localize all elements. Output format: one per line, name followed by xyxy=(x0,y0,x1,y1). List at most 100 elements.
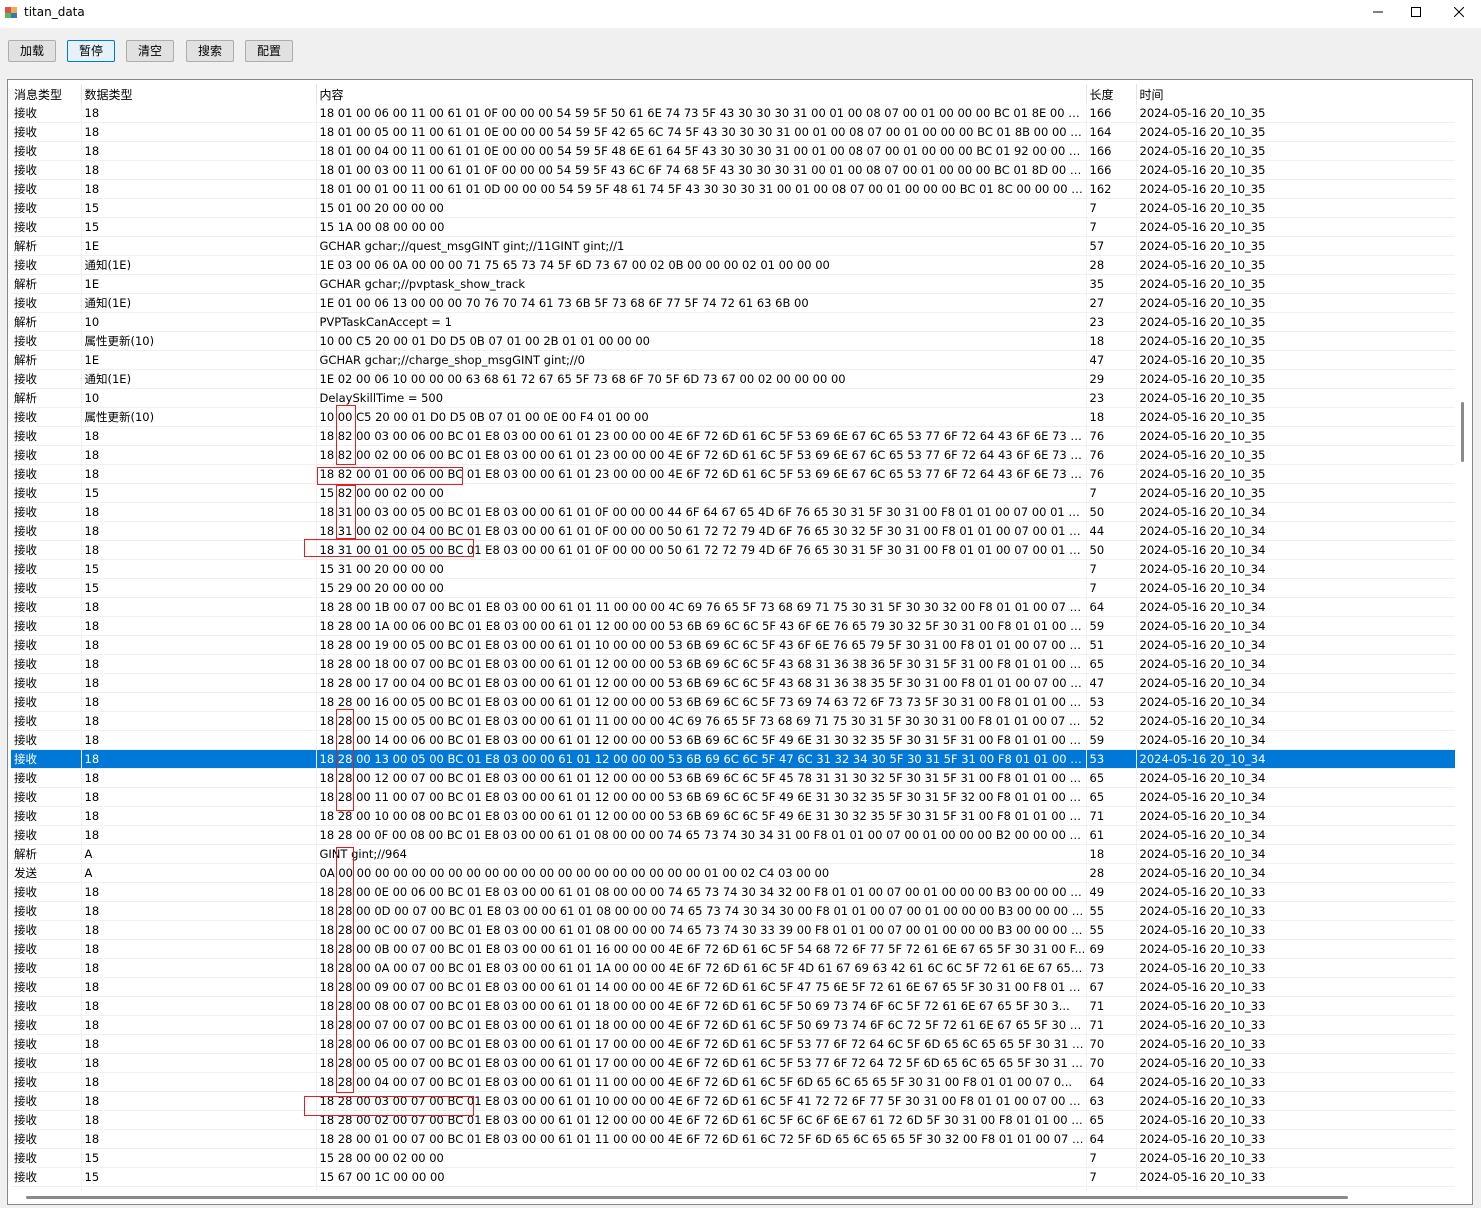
data-type-cell: 18 xyxy=(81,654,317,674)
data-type-cell: 18 xyxy=(81,768,317,788)
table-row[interactable]: 接收 18 18 28 00 15 00 05 00 BC 01 E8 03 00 … xyxy=(11,711,1458,731)
close-button[interactable] xyxy=(1436,0,1481,26)
content-cell: 18 28 00 0A 00 07 00 BC 01 E8 03 00 00 6… xyxy=(316,958,1087,978)
msg-type-cell: 接收 xyxy=(11,977,82,997)
table-row[interactable]: 接收 通知(1E) 1E 03 00 06 0A 00 00 00 71 75 65… xyxy=(11,255,1458,275)
table-row[interactable]: 接收 18 18 82 00 02 00 06 00 BC 01 E8 03 00 … xyxy=(11,445,1458,465)
vertical-scroll-thumb[interactable] xyxy=(1461,402,1464,462)
window-title: titan_data xyxy=(24,5,85,19)
table-row[interactable]: 接收 18 18 28 00 04 00 07 00 BC 01 E8 03 00 … xyxy=(11,1072,1458,1092)
table-row[interactable]: 接收 18 18 28 00 18 00 07 00 BC 01 E8 03 00 … xyxy=(11,654,1458,674)
table-row[interactable]: 接收 18 18 28 00 09 00 07 00 BC 01 E8 03 00 … xyxy=(11,977,1458,997)
table-row[interactable]: 接收 18 18 01 00 03 00 11 00 61 01 0F 00 00 … xyxy=(11,160,1458,180)
msg-type-cell: 接收 xyxy=(11,179,82,199)
column-header-length[interactable]: 长度 xyxy=(1086,84,1137,104)
table-row[interactable]: 接收 18 18 82 00 01 00 06 00 BC 01 E8 03 00 … xyxy=(11,464,1458,484)
table-row[interactable]: 接收 18 18 28 00 02 00 07 00 BC 01 E8 03 00 … xyxy=(11,1110,1458,1130)
table-row[interactable]: 接收 18 18 28 00 13 00 05 00 BC 01 E8 03 00 … xyxy=(11,749,1458,769)
search-button[interactable]: 搜索 xyxy=(186,40,234,62)
table-row[interactable]: 接收 18 18 28 00 0D 00 07 00 BC 01 E8 03 00 … xyxy=(11,901,1458,921)
time-cell: 2024-05-16 20_10_34 xyxy=(1136,768,1458,788)
table-row[interactable]: 解析 10 DelaySkillTime = 500 23 2024-05-16 20_… xyxy=(11,388,1458,408)
table-row[interactable]: 接收 18 18 28 00 01 00 07 00 BC 01 E8 03 00 … xyxy=(11,1129,1458,1149)
content-cell: 18 01 00 01 00 11 00 61 01 0D 00 00 00 5… xyxy=(316,179,1087,199)
vertical-scrollbar[interactable] xyxy=(1455,80,1472,1204)
column-header-content[interactable]: 内容 xyxy=(316,84,1087,104)
table-row[interactable]: 接收 18 18 28 00 05 00 07 00 BC 01 E8 03 00 … xyxy=(11,1053,1458,1073)
table-row[interactable]: 发送 A 0A 00 00 00 00 00 00 00 00 00 00 00 0… xyxy=(11,863,1458,883)
load-button[interactable]: 加载 xyxy=(8,40,56,62)
time-cell: 2024-05-16 20_10_34 xyxy=(1136,578,1458,598)
table-row[interactable]: 接收 18 18 28 00 16 00 05 00 BC 01 E8 03 00 … xyxy=(11,692,1458,712)
table-row[interactable]: 接收 18 18 31 00 01 00 05 00 BC 01 E8 03 00 … xyxy=(11,540,1458,560)
table-row[interactable]: 解析 10 PVPTaskCanAccept = 1 23 2024-05-16 20_… xyxy=(11,312,1458,332)
length-cell: 7 xyxy=(1086,1167,1137,1187)
table-row[interactable]: 接收 15 15 1A 00 08 00 00 00 7 2024-05-16 20_1… xyxy=(11,217,1458,237)
table-row[interactable]: 接收 18 18 28 00 10 00 08 00 BC 01 E8 03 00 … xyxy=(11,806,1458,826)
column-header-time[interactable]: 时间 xyxy=(1136,84,1458,104)
table-row[interactable]: 接收 18 18 01 00 04 00 11 00 61 01 0E 00 00 … xyxy=(11,141,1458,161)
table-row[interactable]: 接收 通知(1E) 1E 01 00 06 13 00 00 00 70 76 70… xyxy=(11,293,1458,313)
table-row[interactable]: 接收 18 18 28 00 08 00 07 00 BC 01 E8 03 00 … xyxy=(11,996,1458,1016)
table-row[interactable]: 接收 18 18 28 00 03 00 07 00 BC 01 E8 03 00 … xyxy=(11,1091,1458,1111)
clear-button[interactable]: 清空 xyxy=(126,40,174,62)
table-row[interactable]: 接收 15 15 29 00 20 00 00 00 7 2024-05-16 20_1… xyxy=(11,578,1458,598)
table-row[interactable]: 解析 1E GCHAR gchar;//charge_shop_msgGINT gi… xyxy=(11,350,1458,370)
table-row[interactable]: 接收 18 18 28 00 1B 00 07 00 BC 01 E8 03 00 … xyxy=(11,597,1458,617)
table-row[interactable]: 接收 18 18 01 00 05 00 11 00 61 01 0E 00 00 … xyxy=(11,122,1458,142)
time-cell: 2024-05-16 20_10_33 xyxy=(1136,901,1458,921)
table-row[interactable]: 接收 18 18 31 00 02 00 04 00 BC 01 E8 03 00 … xyxy=(11,521,1458,541)
table-row[interactable]: 接收 15 15 67 00 1C 00 00 00 7 2024-05-16 20_1… xyxy=(11,1167,1458,1187)
table-row[interactable]: 解析 1E GCHAR gchar;//quest_msgGINT gint;//1… xyxy=(11,236,1458,256)
table-row[interactable]: 接收 18 18 28 00 0A 00 07 00 BC 01 E8 03 00 … xyxy=(11,958,1458,978)
table-row[interactable]: 接收 18 18 28 00 06 00 07 00 BC 01 E8 03 00 … xyxy=(11,1034,1458,1054)
table-row[interactable]: 接收 18 18 28 00 1A 00 06 00 BC 01 E8 03 00 … xyxy=(11,616,1458,636)
column-header-msg-type[interactable]: 消息类型 xyxy=(11,84,82,104)
maximize-button[interactable] xyxy=(1393,0,1439,26)
table-row[interactable]: 接收 18 18 28 00 0F 00 08 00 BC 01 E8 03 00 … xyxy=(11,825,1458,845)
time-cell: 2024-05-16 20_10_35 xyxy=(1136,445,1458,465)
content-cell: 18 28 00 13 00 05 00 BC 01 E8 03 00 00 6… xyxy=(316,749,1087,769)
table-row[interactable]: 接收 15 15 31 00 20 00 00 00 7 2024-05-16 20_1… xyxy=(11,559,1458,579)
time-cell: 2024-05-16 20_10_34 xyxy=(1136,787,1458,807)
msg-type-cell: 接收 xyxy=(11,1091,82,1111)
table-row[interactable]: 接收 18 18 01 00 01 00 11 00 61 01 0D 00 00 … xyxy=(11,179,1458,199)
horizontal-scrollbar[interactable] xyxy=(8,1190,1472,1204)
table-row[interactable]: 接收 通知(1E) 1E 02 00 06 10 00 00 00 63 68 61… xyxy=(11,369,1458,389)
content-cell: 18 28 00 19 00 05 00 BC 01 E8 03 00 00 6… xyxy=(316,635,1087,655)
horizontal-scroll-thumb[interactable] xyxy=(26,1196,1348,1199)
table-row[interactable]: 解析 A GINT gint;//964 18 2024-05-16 20_10_34 xyxy=(11,844,1458,864)
table-row[interactable]: 接收 18 18 28 00 0E 00 06 00 BC 01 E8 03 00 … xyxy=(11,882,1458,902)
msg-type-cell: 接收 xyxy=(11,1167,82,1187)
config-button[interactable]: 配置 xyxy=(245,40,293,62)
table-row[interactable]: 接收 18 18 31 00 03 00 05 00 BC 01 E8 03 00 … xyxy=(11,502,1458,522)
table-row[interactable]: 接收 18 18 28 00 0B 00 07 00 BC 01 E8 03 00 … xyxy=(11,939,1458,959)
table-row[interactable]: 接收 18 18 28 00 0C 00 07 00 BC 01 E8 03 00 … xyxy=(11,920,1458,940)
table-row[interactable]: 接收 18 18 01 00 06 00 11 00 61 01 0F 00 00 … xyxy=(11,104,1458,123)
time-cell: 2024-05-16 20_10_33 xyxy=(1136,1072,1458,1092)
table-row[interactable]: 接收 18 18 28 00 19 00 05 00 BC 01 E8 03 00 … xyxy=(11,635,1458,655)
table-row[interactable]: 接收 18 18 28 00 12 00 07 00 BC 01 E8 03 00 … xyxy=(11,768,1458,788)
table-row[interactable]: 接收 18 18 82 00 03 00 06 00 BC 01 E8 03 00 … xyxy=(11,426,1458,446)
table-row[interactable]: 接收 属性更新(10) 10 00 C5 20 00 01 D0 D5 0B 07 … xyxy=(11,331,1458,351)
msg-type-cell: 接收 xyxy=(11,711,82,731)
data-type-cell: 通知(1E) xyxy=(81,369,317,389)
table-row[interactable]: 接收 18 18 28 00 17 00 04 00 BC 01 E8 03 00 … xyxy=(11,673,1458,693)
table-row[interactable]: 接收 18 18 28 00 07 00 07 00 BC 01 E8 03 00 … xyxy=(11,1015,1458,1035)
table-row[interactable]: 解析 1E GCHAR gchar;//pvptask_show_track 35 20… xyxy=(11,274,1458,294)
table-row[interactable]: 接收 属性更新(10) 10 00 C5 20 00 01 D0 D5 0B 07 … xyxy=(11,407,1458,427)
data-type-cell: 18 xyxy=(81,1015,317,1035)
table-row[interactable]: 接收 15 15 28 00 00 02 00 00 7 2024-05-16 20_1… xyxy=(11,1148,1458,1168)
length-cell: 44 xyxy=(1086,521,1137,541)
time-cell: 2024-05-16 20_10_35 xyxy=(1136,198,1458,218)
table-row[interactable]: 接收 18 18 28 00 11 00 07 00 BC 01 E8 03 00 … xyxy=(11,787,1458,807)
message-list[interactable]: 消息类型 数据类型 内容 长度 时间 接收 18 18 01 00 06 00 11… xyxy=(7,79,1473,1205)
content-cell: 15 01 00 20 00 00 00 xyxy=(316,198,1087,218)
table-row[interactable]: 接收 15 15 01 00 20 00 00 00 7 2024-05-16 20_1… xyxy=(11,198,1458,218)
table-row[interactable]: 接收 18 18 28 00 14 00 06 00 BC 01 E8 03 00 … xyxy=(11,730,1458,750)
pause-button[interactable]: 暂停 xyxy=(67,40,115,62)
data-type-cell: 15 xyxy=(81,578,317,598)
column-header-data-type[interactable]: 数据类型 xyxy=(81,84,317,104)
content-cell: 10 00 C5 20 00 01 D0 D5 0B 07 01 00 0E 0… xyxy=(316,407,1087,427)
table-row[interactable]: 接收 15 15 82 00 00 02 00 00 7 2024-05-16 20_1… xyxy=(11,483,1458,503)
